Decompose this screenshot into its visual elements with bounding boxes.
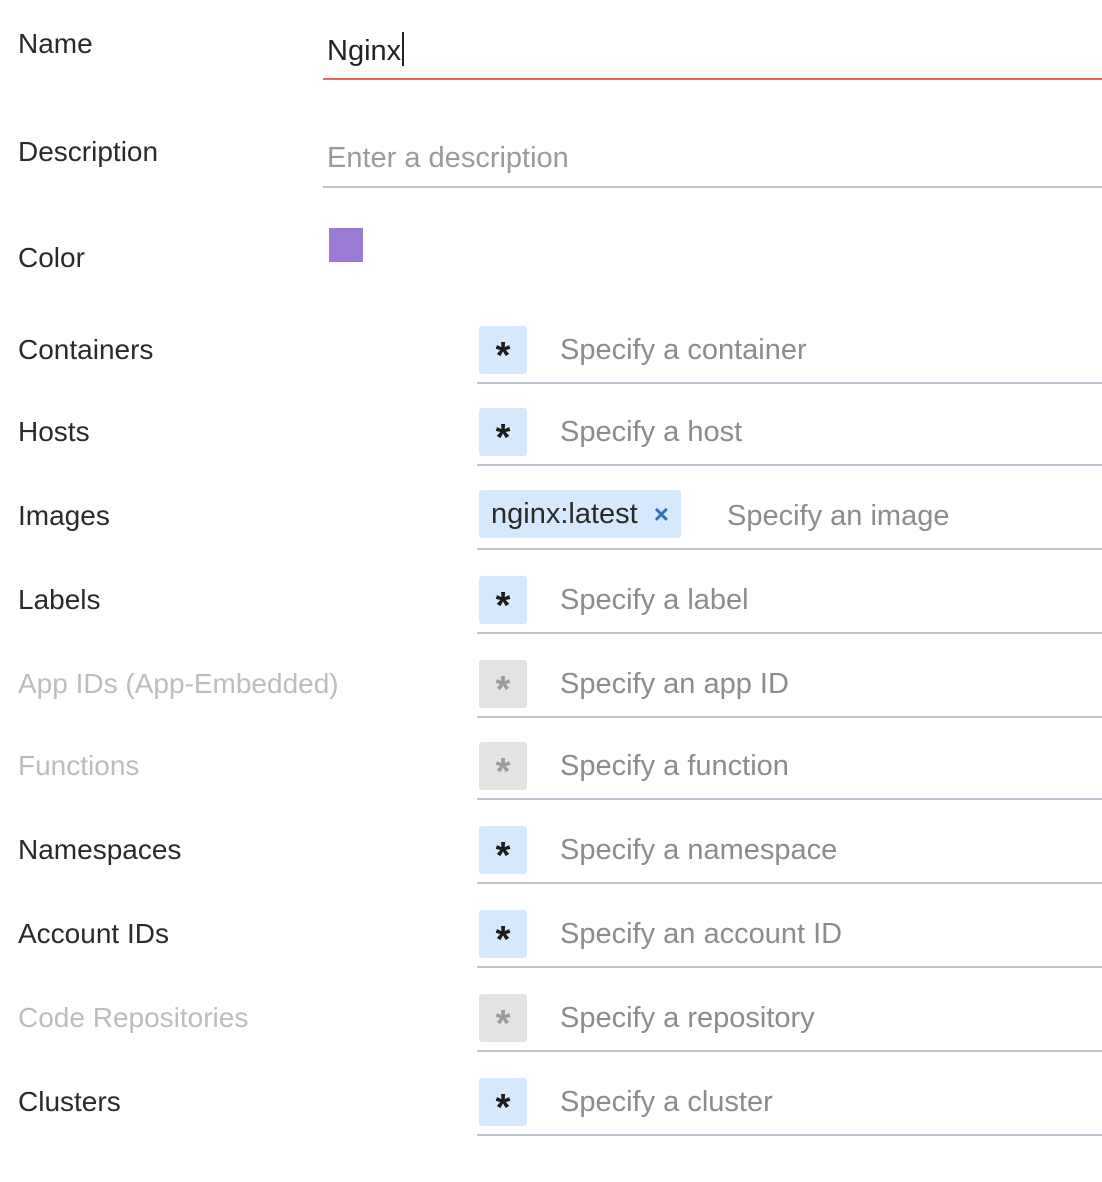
asterisk-icon: * [495, 669, 511, 711]
image-chip-label: nginx:latest [491, 497, 638, 530]
clusters-wildcard-tag: * [479, 1078, 527, 1129]
containers-wildcard-tag: * [479, 326, 527, 377]
chip-remove-icon[interactable]: × [654, 499, 669, 530]
labels-wildcard-tag: * [479, 576, 527, 627]
containers-label: Containers [18, 334, 154, 365]
account-ids-input[interactable]: * Specify an account ID [477, 906, 1102, 968]
name-input[interactable]: Nginx [323, 22, 1102, 80]
app-ids-placeholder: Specify an app ID [560, 668, 789, 700]
containers-placeholder: Specify a container [560, 334, 807, 366]
images-label: Images [18, 500, 110, 531]
description-label: Description [18, 136, 159, 167]
labels-label: Labels [18, 584, 101, 615]
color-label: Color [18, 242, 85, 273]
account-ids-label: Account IDs [18, 918, 169, 949]
description-input[interactable]: Enter a description [323, 130, 1102, 188]
hosts-placeholder: Specify a host [560, 416, 743, 448]
asterisk-icon: * [495, 1087, 511, 1129]
functions-input[interactable]: * Specify a function [477, 738, 1102, 800]
code-repositories-wildcard-tag: * [479, 994, 527, 1045]
asterisk-icon: * [495, 919, 511, 961]
account-ids-wildcard-tag: * [479, 910, 527, 961]
asterisk-icon: * [495, 417, 511, 459]
name-input-value: Nginx [327, 32, 405, 69]
namespaces-wildcard-tag: * [479, 826, 527, 877]
code-repositories-placeholder: Specify a repository [560, 1002, 815, 1034]
description-placeholder: Enter a description [327, 142, 569, 174]
functions-wildcard-tag: * [479, 742, 527, 793]
text-cursor [402, 32, 405, 66]
asterisk-icon: * [495, 751, 511, 793]
functions-placeholder: Specify a function [560, 750, 789, 782]
namespaces-label: Namespaces [18, 834, 182, 865]
labels-placeholder: Specify a label [560, 584, 749, 616]
images-input[interactable]: nginx:latest × Specify an image [477, 488, 1102, 550]
containers-input[interactable]: * Specify a container [477, 322, 1102, 384]
code-repositories-input[interactable]: * Specify a repository [477, 990, 1102, 1052]
clusters-placeholder: Specify a cluster [560, 1086, 773, 1118]
asterisk-icon: * [495, 585, 511, 627]
images-placeholder: Specify an image [727, 500, 950, 532]
name-label: Name [18, 28, 93, 59]
asterisk-icon: * [495, 335, 511, 377]
labels-input[interactable]: * Specify a label [477, 572, 1102, 634]
hosts-input[interactable]: * Specify a host [477, 404, 1102, 466]
asterisk-icon: * [495, 1003, 511, 1045]
hosts-wildcard-tag: * [479, 408, 527, 459]
hosts-label: Hosts [18, 416, 90, 447]
code-repositories-label: Code Repositories [18, 1002, 249, 1033]
account-ids-placeholder: Specify an account ID [560, 918, 843, 950]
namespaces-placeholder: Specify a namespace [560, 834, 838, 866]
namespaces-input[interactable]: * Specify a namespace [477, 822, 1102, 884]
color-swatch[interactable] [329, 228, 363, 262]
functions-label: Functions [18, 750, 140, 781]
clusters-input[interactable]: * Specify a cluster [477, 1074, 1102, 1136]
image-chip: nginx:latest × [479, 490, 681, 538]
app-ids-input[interactable]: * Specify an app ID [477, 656, 1102, 718]
app-ids-label: App IDs (App-Embedded) [18, 668, 339, 699]
clusters-label: Clusters [18, 1086, 121, 1117]
app-ids-wildcard-tag: * [479, 660, 527, 711]
asterisk-icon: * [495, 835, 511, 877]
